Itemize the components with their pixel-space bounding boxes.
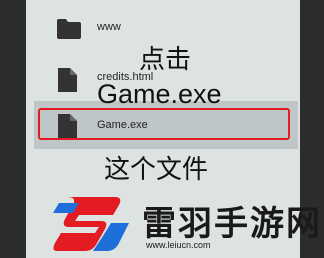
instruction-text-click: 点击 xyxy=(139,45,192,75)
screenshot-stage: www credits.html Game.exe 点击 Game.exe 这个… xyxy=(0,0,324,258)
brand-url: www.leiucn.com xyxy=(146,240,211,250)
instruction-text-this-file: 这个文件 xyxy=(104,155,209,185)
highlight-box xyxy=(38,108,290,140)
folder-icon xyxy=(56,18,82,44)
instruction-text-filename: Game.exe xyxy=(97,79,222,109)
file-icon xyxy=(56,67,78,97)
brand-logo-icon xyxy=(49,193,135,258)
brand-name: 雷羽手游网 xyxy=(142,204,322,244)
file-name: www xyxy=(97,21,121,33)
